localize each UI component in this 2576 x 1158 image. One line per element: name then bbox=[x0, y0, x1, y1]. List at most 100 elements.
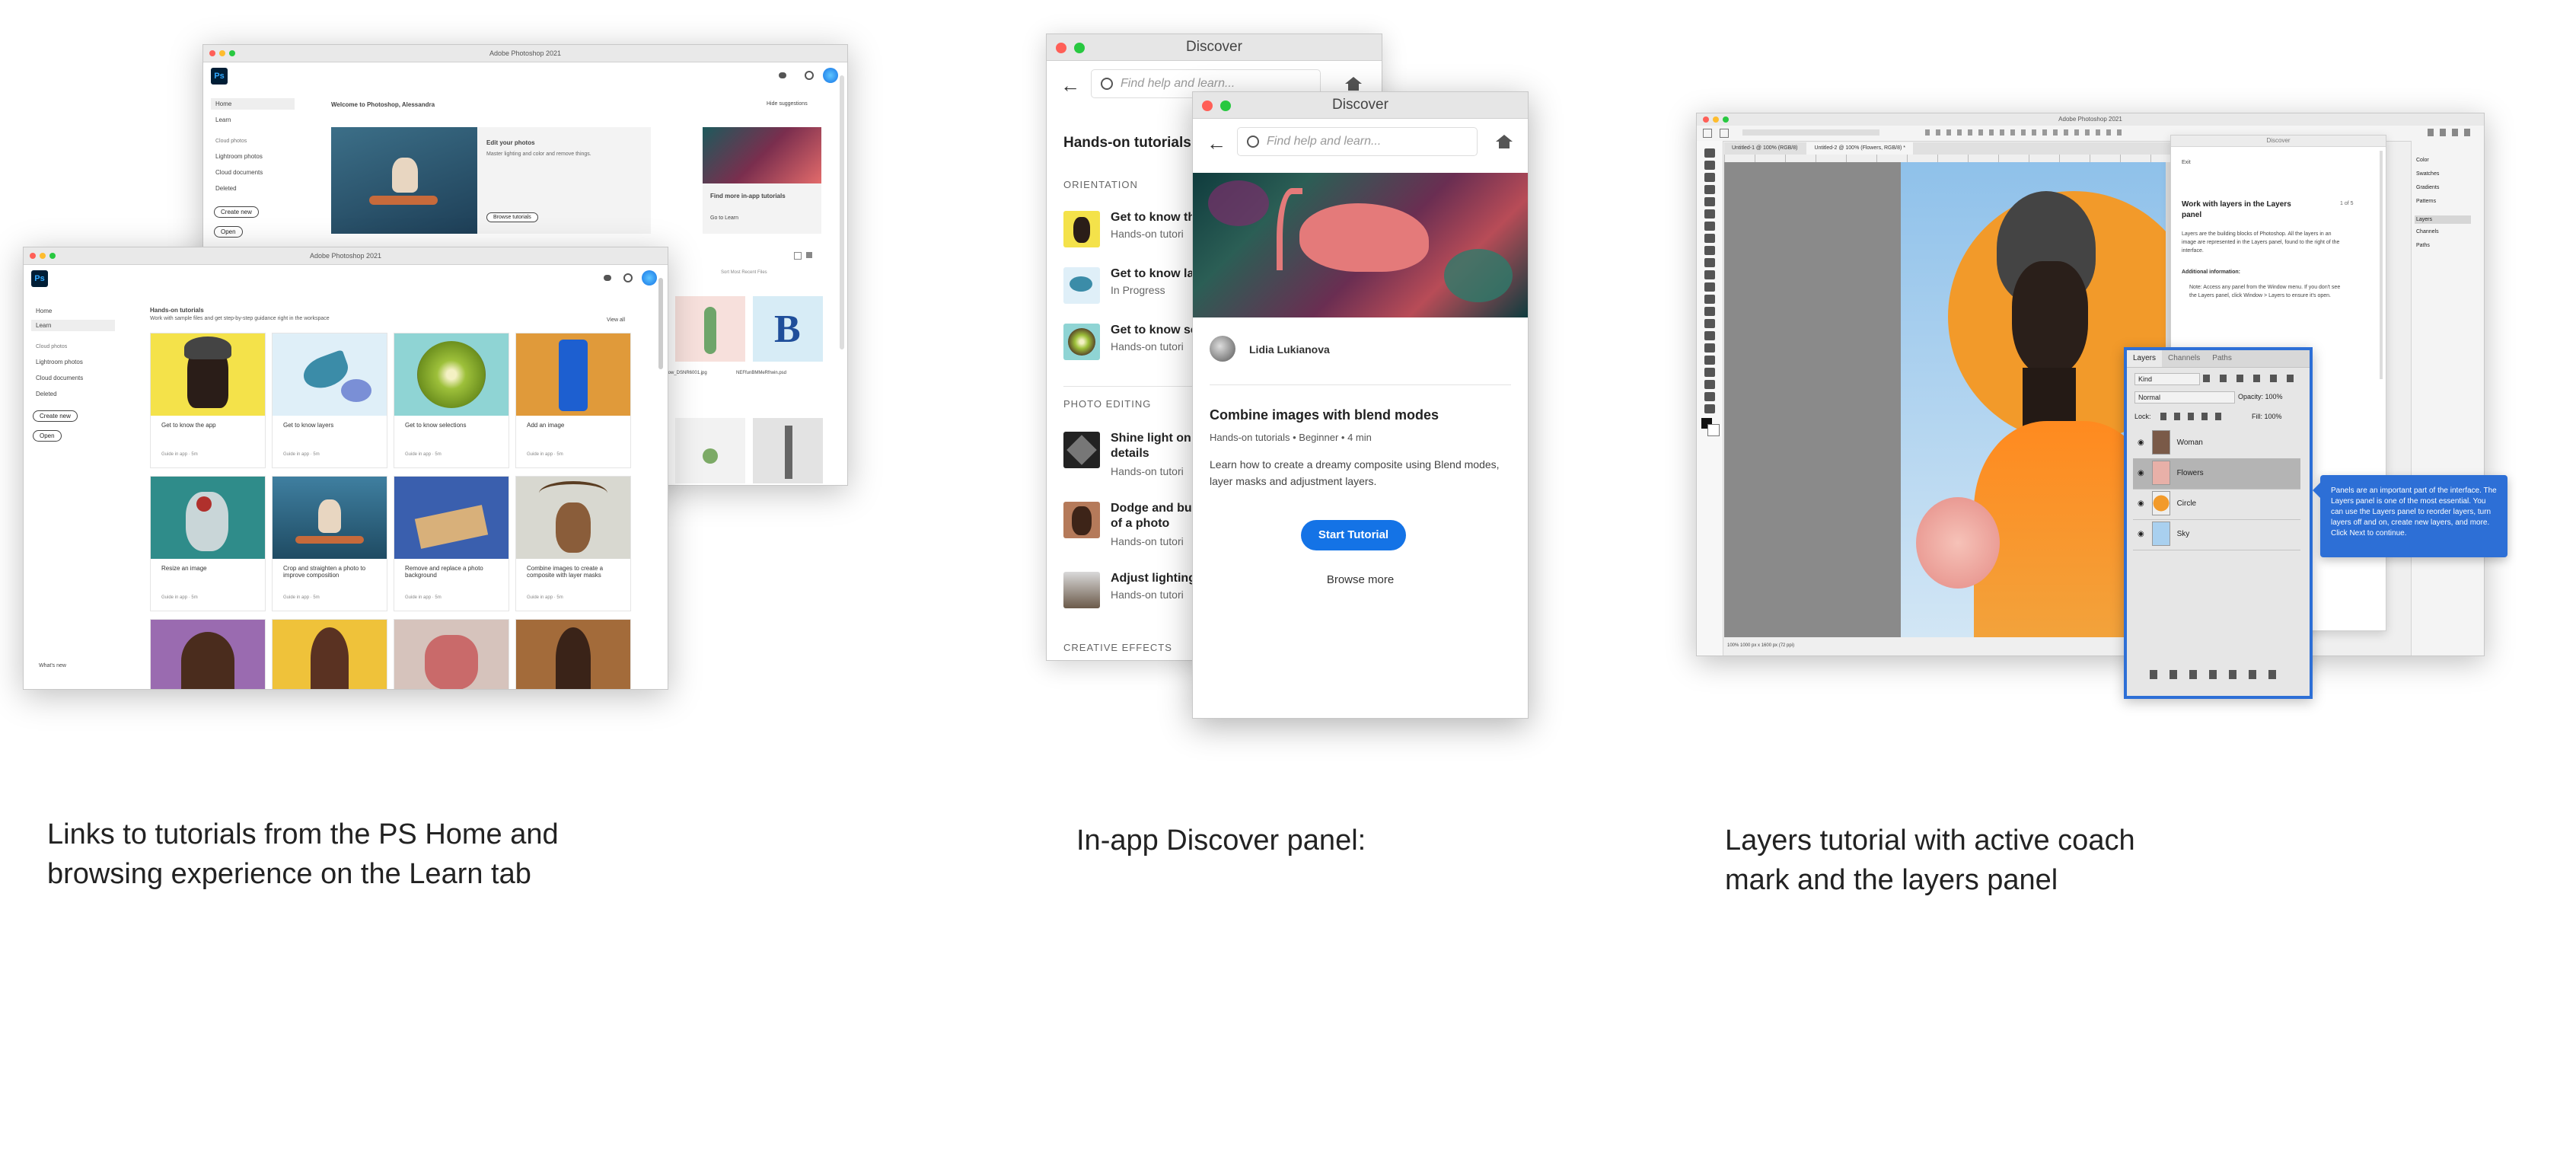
maximize-icon[interactable] bbox=[49, 253, 56, 259]
panel-swatches[interactable]: Swatches bbox=[2416, 171, 2439, 177]
scrollbar[interactable] bbox=[2380, 151, 2383, 379]
minimize-icon[interactable] bbox=[219, 50, 225, 56]
edit-photos-card[interactable]: Edit your photos Master lighting and col… bbox=[331, 127, 651, 234]
healing-brush-icon[interactable] bbox=[1704, 234, 1715, 243]
back-arrow-icon[interactable]: ← bbox=[1207, 132, 1226, 155]
cloud-icon[interactable] bbox=[604, 275, 611, 281]
tab-paths[interactable]: Paths bbox=[2206, 354, 2238, 362]
lasso-tool-icon[interactable] bbox=[1704, 173, 1715, 182]
type-tool-icon[interactable] bbox=[1704, 343, 1715, 353]
panel-paths[interactable]: Paths bbox=[2416, 243, 2430, 248]
scrollbar[interactable] bbox=[658, 278, 663, 369]
magic-wand-icon[interactable] bbox=[1704, 185, 1715, 194]
maximize-icon[interactable] bbox=[1723, 116, 1729, 123]
lock-icons[interactable] bbox=[2160, 413, 2229, 420]
hand-tool-icon[interactable] bbox=[1704, 380, 1715, 389]
start-tutorial-button[interactable]: Start Tutorial bbox=[1301, 520, 1406, 550]
eye-icon[interactable]: ◉ bbox=[2138, 519, 2145, 550]
coach-mark[interactable]: Panels are an important part of the inte… bbox=[2313, 475, 2507, 557]
eraser-icon[interactable] bbox=[1704, 282, 1715, 292]
exit-link[interactable]: Exit bbox=[2182, 160, 2191, 165]
sidebar-item-lightroom[interactable]: Lightroom photos bbox=[31, 356, 115, 368]
minimize-icon[interactable] bbox=[40, 253, 46, 259]
tutorial-card[interactable]: Get to know layers Guide in app · 5m bbox=[272, 333, 387, 468]
close-icon[interactable] bbox=[1202, 100, 1213, 111]
sidebar-item-cloud-docs[interactable]: Cloud documents bbox=[211, 167, 295, 178]
close-icon[interactable] bbox=[209, 50, 215, 56]
blend-mode-select[interactable]: Normal bbox=[2134, 391, 2235, 404]
tutorial-card[interactable]: Add an image Guide in app · 5m bbox=[515, 333, 631, 468]
letter-b-thumb[interactable]: B bbox=[753, 296, 823, 362]
layer-row-selected[interactable]: ◉ Flowers bbox=[2133, 458, 2300, 490]
eyedropper-icon[interactable] bbox=[1704, 222, 1715, 231]
brush-tool-icon[interactable] bbox=[1704, 246, 1715, 255]
tutorial-card[interactable]: Remove and replace a photo background Gu… bbox=[394, 476, 509, 611]
tutorial-card[interactable]: Resize an image Guide in app · 5m bbox=[150, 476, 266, 611]
background-color-icon[interactable] bbox=[1707, 424, 1720, 436]
opacity-field[interactable]: Opacity: 100% bbox=[2238, 393, 2283, 400]
fill-field[interactable]: Fill: 100% bbox=[2252, 413, 2282, 420]
sort-dropdown[interactable]: Sort Most Recent Files bbox=[721, 270, 767, 275]
shape-tool-icon[interactable] bbox=[1704, 368, 1715, 377]
search-icon[interactable] bbox=[623, 273, 633, 282]
browse-tutorials-button[interactable]: Browse tutorials bbox=[486, 212, 538, 222]
bw-thumb[interactable] bbox=[753, 418, 823, 483]
layer-row[interactable]: ◉ Circle bbox=[2133, 489, 2300, 520]
zoom-tool-icon[interactable] bbox=[1704, 392, 1715, 401]
tutorial-card[interactable]: Crop and straighten a photo to improve c… bbox=[272, 476, 387, 611]
gradient-icon[interactable] bbox=[1704, 295, 1715, 304]
panel-patterns[interactable]: Patterns bbox=[2416, 199, 2436, 204]
create-new-button[interactable]: Create new bbox=[214, 206, 259, 218]
close-icon[interactable] bbox=[1056, 43, 1066, 53]
dodge-icon[interactable] bbox=[1704, 319, 1715, 328]
doc-tab[interactable]: Untitled-1 @ 100% (RGB/8) bbox=[1724, 145, 1805, 151]
sidebar-item-home[interactable]: Home bbox=[31, 305, 115, 317]
sidebar-item-cloud-photos[interactable]: Cloud photos bbox=[31, 342, 115, 352]
kind-filter[interactable]: Kind bbox=[2134, 373, 2200, 385]
whats-new-link[interactable]: What's new bbox=[39, 663, 66, 668]
cloud-icon[interactable] bbox=[779, 72, 786, 78]
maximize-icon[interactable] bbox=[1074, 43, 1085, 53]
cactus-thumb[interactable] bbox=[675, 296, 745, 362]
path-select-icon[interactable] bbox=[1704, 356, 1715, 365]
tutorial-card[interactable]: Get to know the app Guide in app · 5m bbox=[150, 333, 266, 468]
frame-tool-icon[interactable] bbox=[1704, 209, 1715, 219]
sunglasses-image[interactable] bbox=[150, 619, 266, 689]
move-tool-icon[interactable] bbox=[1704, 148, 1715, 158]
plant-thumb[interactable] bbox=[675, 418, 745, 483]
hide-suggestions-link[interactable]: Hide suggestions bbox=[767, 101, 808, 107]
align-icons[interactable] bbox=[1925, 129, 2123, 136]
back-arrow-icon[interactable]: ← bbox=[1060, 74, 1080, 97]
eye-icon[interactable]: ◉ bbox=[2138, 489, 2145, 519]
panel-layers[interactable]: Layers bbox=[2415, 215, 2471, 224]
home-icon[interactable] bbox=[1703, 129, 1712, 138]
clone-stamp-icon[interactable] bbox=[1704, 258, 1715, 267]
find-tutorials-card[interactable]: Find more in-app tutorials Go to Learn bbox=[703, 127, 821, 234]
maximize-icon[interactable] bbox=[229, 50, 235, 56]
tab-layers[interactable]: Layers bbox=[2127, 350, 2163, 367]
layer-actions-icons[interactable] bbox=[2150, 670, 2287, 679]
sidebar-item-lightroom[interactable]: Lightroom photos bbox=[211, 151, 295, 162]
move-tool-icon[interactable] bbox=[1720, 129, 1729, 138]
layer-row[interactable]: ◉ Woman bbox=[2133, 428, 2300, 459]
sidebar-item-learn[interactable]: Learn bbox=[211, 114, 295, 126]
view-all-link[interactable]: View all bbox=[607, 317, 625, 323]
maximize-icon[interactable] bbox=[1220, 100, 1231, 111]
layer-row[interactable]: ◉ Sky bbox=[2133, 519, 2300, 550]
filter-icons[interactable] bbox=[2203, 375, 2302, 382]
tutorial-card[interactable]: Get to know selections Guide in app · 5m bbox=[394, 333, 509, 468]
tab-channels[interactable]: Channels bbox=[2162, 354, 2206, 362]
sidebar-item-cloud-photos[interactable]: Cloud photos bbox=[211, 136, 295, 146]
close-icon[interactable] bbox=[30, 253, 36, 259]
panel-gradients[interactable]: Gradients bbox=[2416, 185, 2439, 190]
sidebar-item-deleted[interactable]: Deleted bbox=[31, 388, 115, 400]
eye-icon[interactable]: ◉ bbox=[2138, 458, 2145, 489]
doc-tab-active[interactable]: Untitled-2 @ 100% (Flowers, RGB/8) * bbox=[1806, 142, 1913, 155]
workspace-icons[interactable] bbox=[2428, 129, 2473, 136]
sidebar-item-cloud-docs[interactable]: Cloud documents bbox=[31, 372, 115, 384]
panel-color[interactable]: Color bbox=[2416, 158, 2429, 163]
go-to-learn-link[interactable]: Go to Learn bbox=[710, 215, 738, 221]
crop-tool-icon[interactable] bbox=[1704, 197, 1715, 206]
sidebar-item-deleted[interactable]: Deleted bbox=[211, 183, 295, 194]
sidebar-item-learn[interactable]: Learn bbox=[31, 320, 115, 331]
